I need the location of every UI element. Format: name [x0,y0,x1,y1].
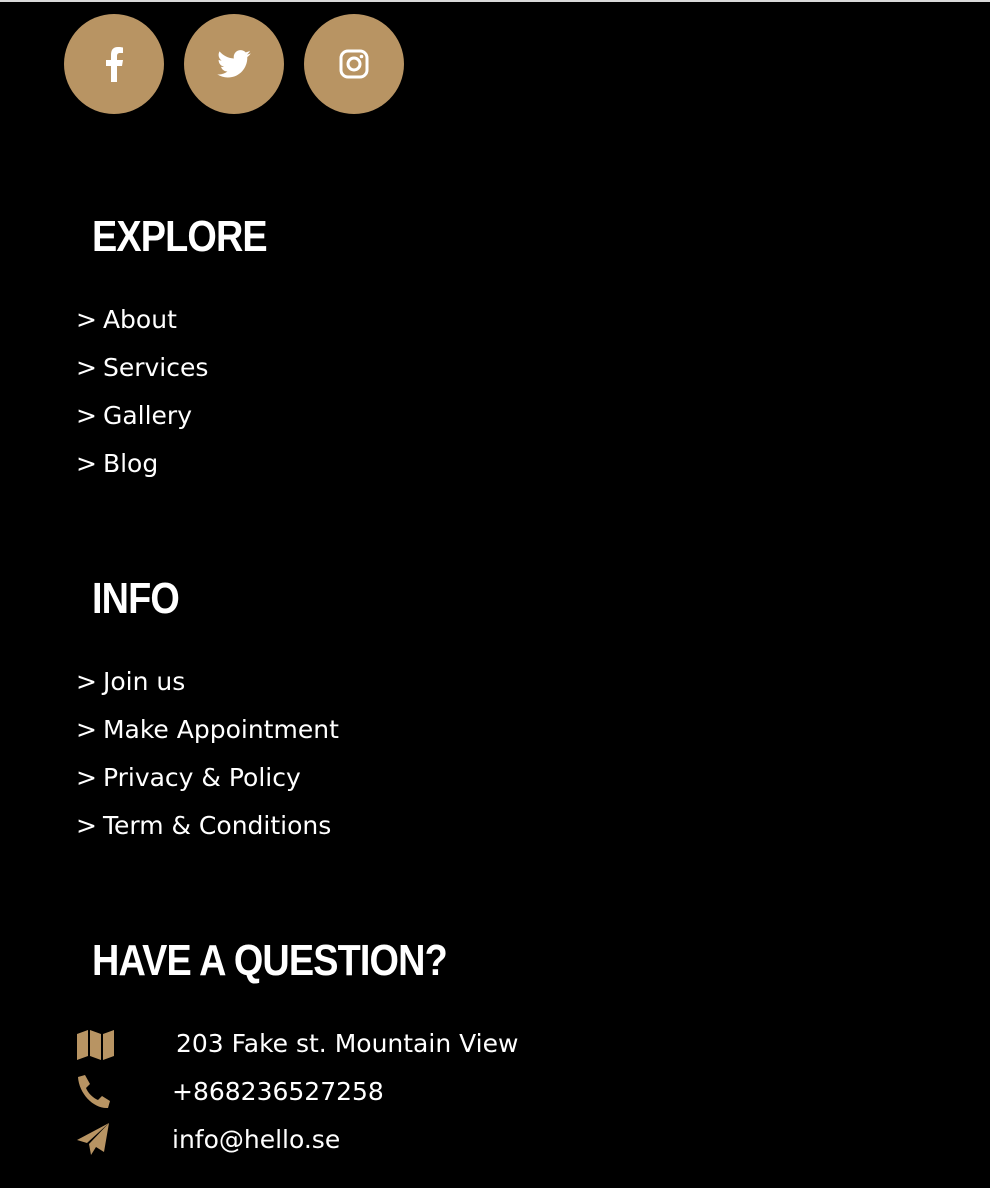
facebook-button[interactable] [64,14,164,114]
explore-heading: EXPLORE [92,212,268,261]
info-link-label[interactable]: Join us [103,667,185,696]
explore-link-label[interactable]: About [103,305,177,334]
info-link-join-us[interactable]: > Join us [76,664,339,712]
explore-link-label[interactable]: Blog [103,449,158,478]
chevron-right-icon: > [76,715,97,744]
contact-address: 203 Fake st. Mountain View [76,1024,776,1064]
explore-link-blog[interactable]: > Blog [76,446,208,494]
info-link-make-appointment[interactable]: > Make Appointment [76,712,339,760]
explore-links: > About > Services > Gallery > Blog [76,302,208,494]
twitter-button[interactable] [184,14,284,114]
contact-email: info@hello.se [76,1120,776,1160]
info-link-label[interactable]: Term & Conditions [103,811,331,840]
explore-link-label[interactable]: Gallery [103,401,192,430]
twitter-icon [217,50,251,78]
site-footer: EXPLORE > About > Services > Gallery > Blog … [0,0,990,1188]
explore-link-gallery[interactable]: > Gallery [76,398,208,446]
contact-phone: +868236527258 [76,1072,776,1112]
facebook-icon [106,47,123,82]
info-links: > Join us > Make Appointment > Privacy & Po… [76,664,339,856]
info-link-privacy-policy[interactable]: > Privacy & Policy [76,760,339,808]
map-icon [77,1030,114,1060]
phone-text[interactable]: +868236527258 [172,1076,384,1108]
chevron-right-icon: > [76,667,97,696]
chevron-right-icon: > [76,353,97,382]
paper-plane-icon [77,1123,109,1155]
phone-icon [78,1075,110,1109]
email-text[interactable]: info@hello.se [172,1124,340,1156]
instagram-button[interactable] [304,14,404,114]
address-text: 203 Fake st. Mountain View [176,1029,519,1058]
explore-link-about[interactable]: > About [76,302,208,350]
chevron-right-icon: > [76,763,97,792]
chevron-right-icon: > [76,449,97,478]
info-heading: INFO [92,574,180,623]
social-links [64,14,404,114]
instagram-icon [339,49,369,79]
explore-link-services[interactable]: > Services [76,350,208,398]
contact-heading: HAVE A QUESTION? [92,936,448,985]
chevron-right-icon: > [76,401,97,430]
info-link-label[interactable]: Make Appointment [103,715,339,744]
info-link-label[interactable]: Privacy & Policy [103,763,301,792]
info-link-terms[interactable]: > Term & Conditions [76,808,339,856]
explore-link-label[interactable]: Services [103,353,208,382]
chevron-right-icon: > [76,811,97,840]
chevron-right-icon: > [76,305,97,334]
